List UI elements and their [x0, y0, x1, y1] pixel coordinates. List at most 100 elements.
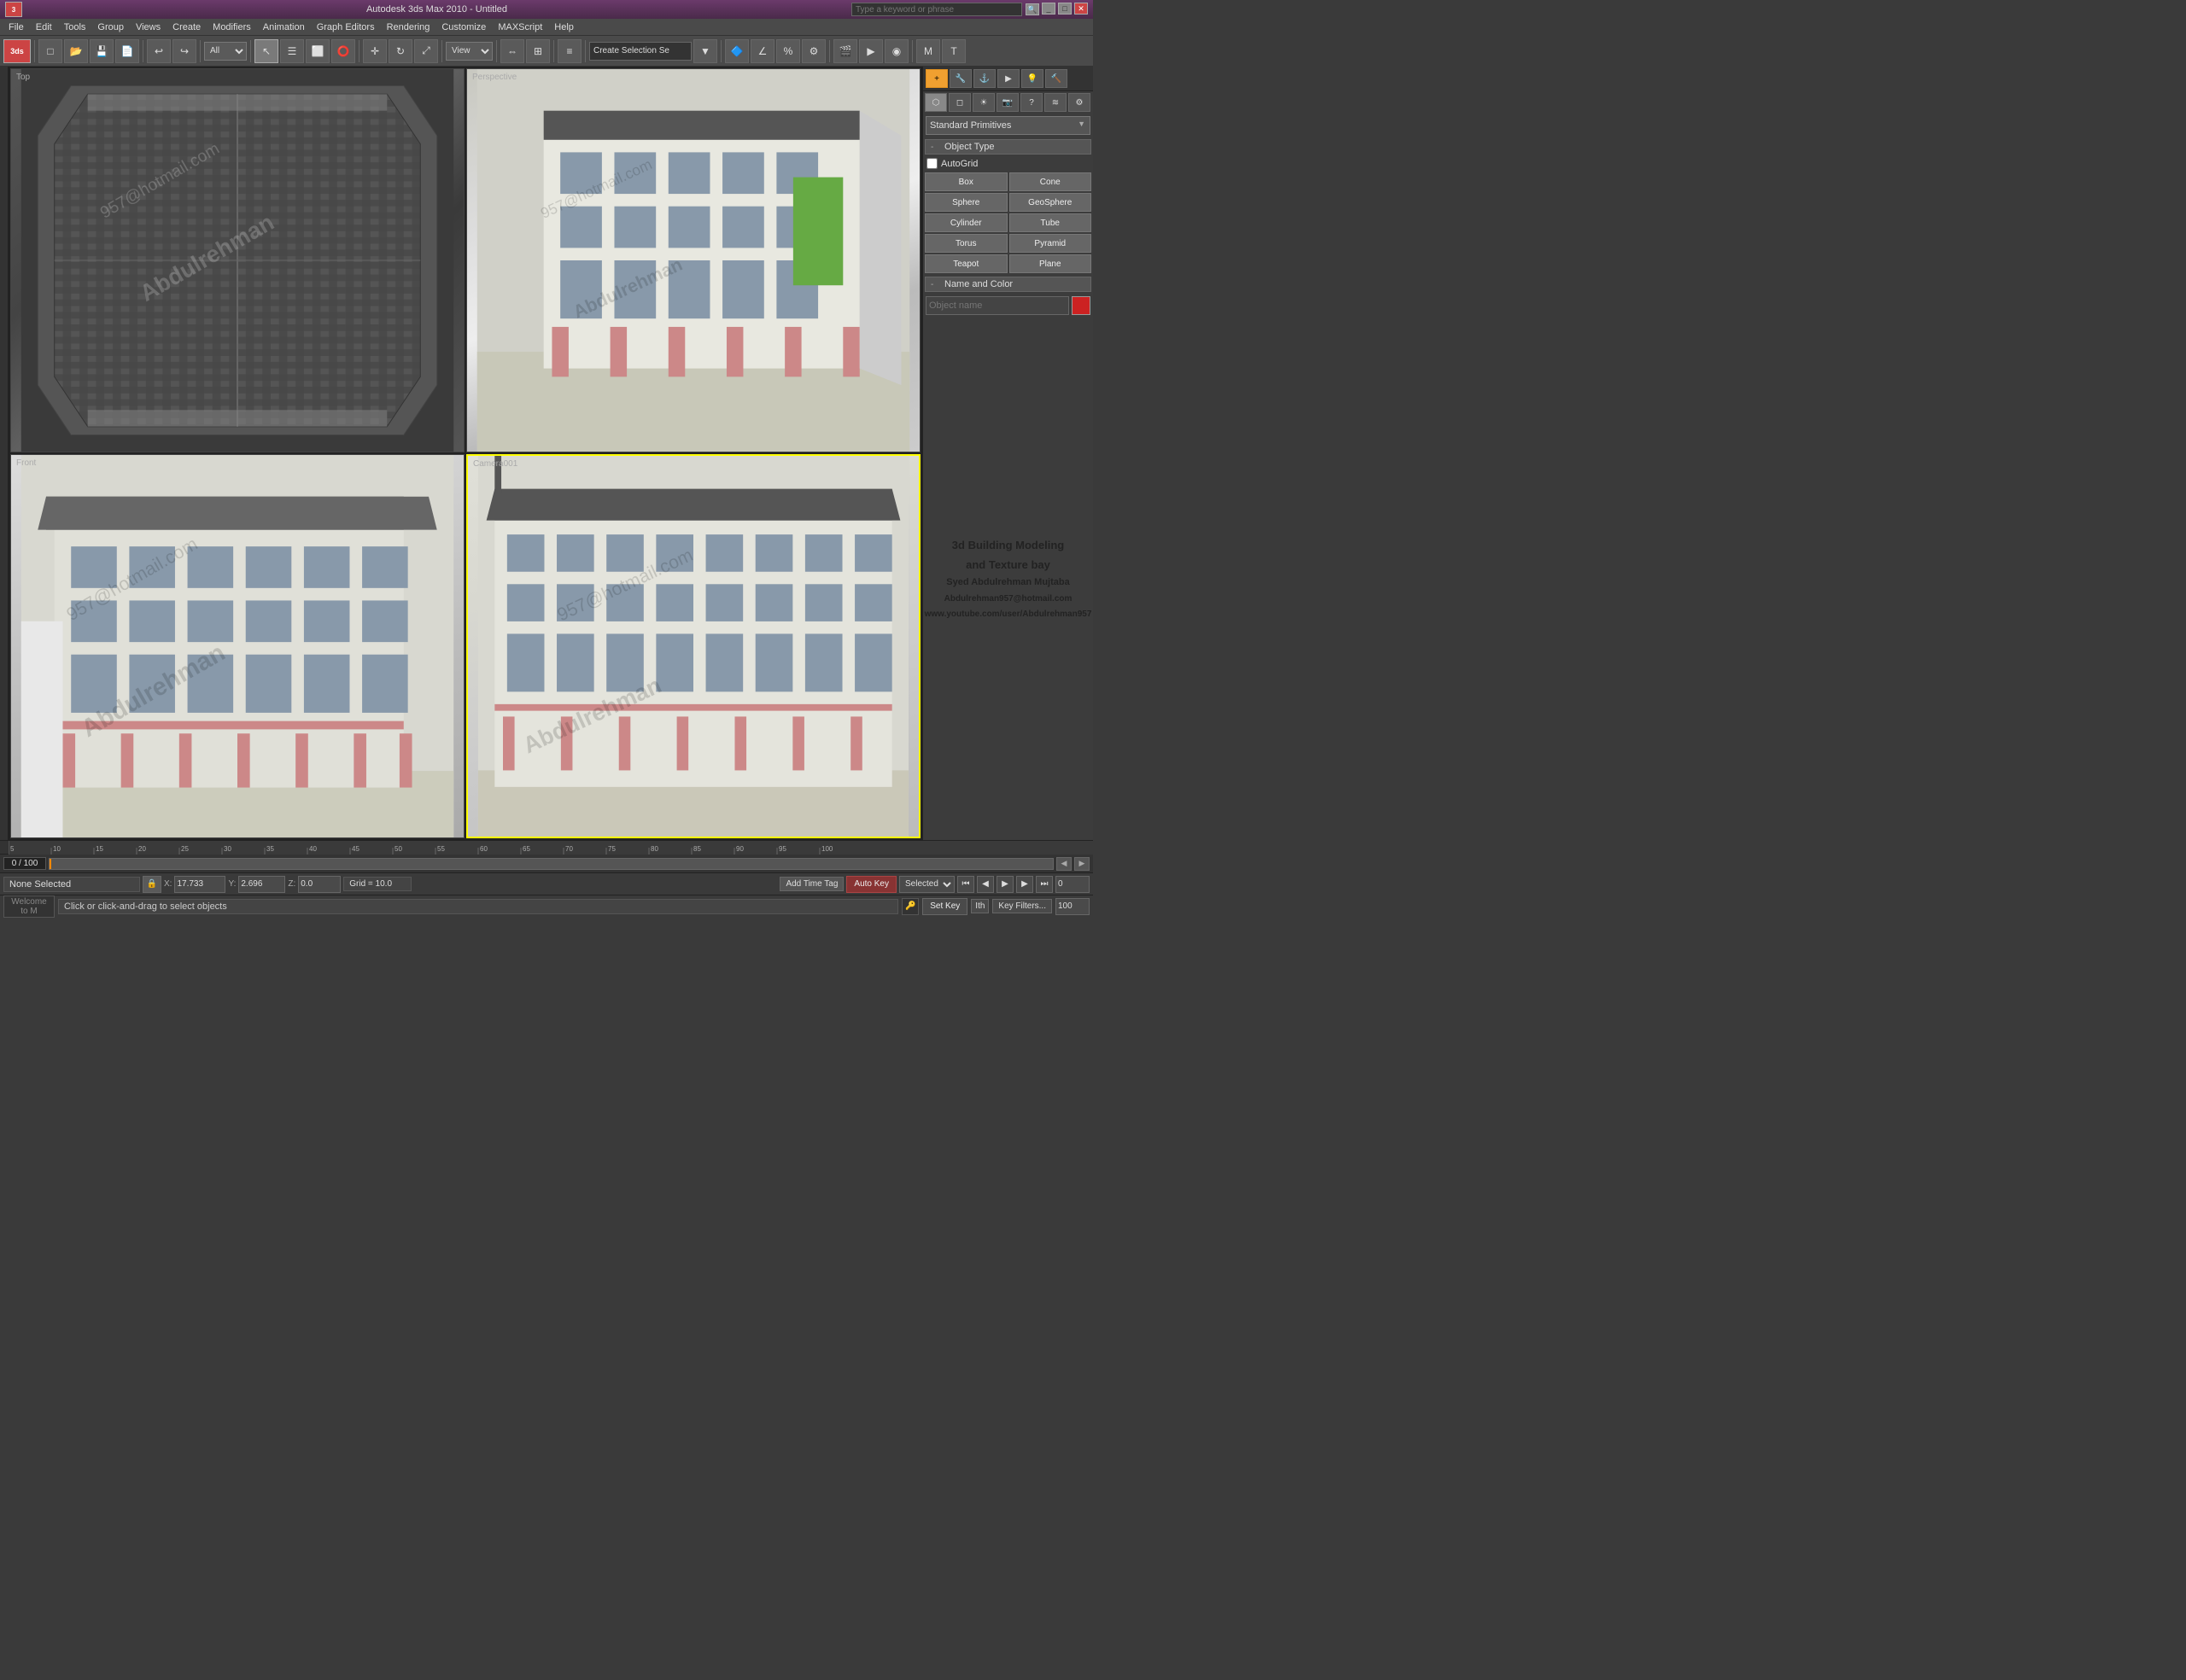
logo-btn[interactable]: 3ds: [3, 39, 31, 63]
motion-tab[interactable]: ▶: [997, 69, 1020, 88]
box-btn[interactable]: Box: [925, 172, 1008, 191]
viewport-top-right[interactable]: Perspective: [466, 68, 921, 452]
tube-btn[interactable]: Tube: [1009, 213, 1092, 232]
move-btn[interactable]: ✛: [363, 39, 387, 63]
scale-btn[interactable]: ⤢: [414, 39, 438, 63]
snap-btn[interactable]: 🔷: [725, 39, 749, 63]
menu-group[interactable]: Group: [92, 20, 129, 34]
menu-views[interactable]: Views: [131, 20, 166, 34]
menu-create[interactable]: Create: [167, 20, 206, 34]
circle-select-btn[interactable]: ⭕: [331, 39, 355, 63]
display-tab[interactable]: 💡: [1021, 69, 1043, 88]
z-coord-input[interactable]: [298, 876, 341, 893]
lights-subtab[interactable]: ☀: [973, 93, 995, 112]
menu-help[interactable]: Help: [549, 20, 579, 34]
color-swatch[interactable]: [1072, 296, 1090, 315]
rect-select-btn[interactable]: ⬜: [306, 39, 330, 63]
layers-btn[interactable]: ≡: [558, 39, 582, 63]
app-logo[interactable]: 3: [5, 2, 22, 17]
auto-key-btn[interactable]: Auto Key: [846, 876, 897, 893]
pyramid-btn[interactable]: Pyramid: [1009, 234, 1092, 253]
create-selection-input[interactable]: [589, 42, 692, 61]
viewport-top-left[interactable]: Top: [10, 68, 465, 452]
next-frame-btn[interactable]: ▶: [1016, 876, 1033, 893]
menu-animation[interactable]: Animation: [258, 20, 310, 34]
menu-rendering[interactable]: Rendering: [382, 20, 435, 34]
align-btn[interactable]: ⊞: [526, 39, 550, 63]
prev-frame-btn[interactable]: ◀: [977, 876, 994, 893]
teapot-btn[interactable]: Teapot: [925, 254, 1008, 273]
timeline-track[interactable]: [49, 858, 1054, 870]
cameras-subtab[interactable]: 📷: [997, 93, 1019, 112]
add-time-tag-btn[interactable]: Add Time Tag: [780, 877, 844, 891]
rotate-btn[interactable]: ↻: [389, 39, 412, 63]
undo-btn[interactable]: ↩: [147, 39, 171, 63]
menu-customize[interactable]: Customize: [436, 20, 491, 34]
menu-modifiers[interactable]: Modifiers: [207, 20, 256, 34]
frame-input[interactable]: [1055, 876, 1090, 893]
name-color-header[interactable]: - Name and Color: [925, 277, 1091, 292]
minimize-btn[interactable]: _: [1042, 3, 1055, 15]
render-btn[interactable]: ▶: [859, 39, 883, 63]
create-tab[interactable]: +: [926, 69, 948, 88]
select-tool-btn[interactable]: ↖: [254, 39, 278, 63]
save-as-btn[interactable]: 📄: [115, 39, 139, 63]
close-btn[interactable]: ✕: [1074, 3, 1088, 15]
menu-graph-editors[interactable]: Graph Editors: [312, 20, 380, 34]
shapes-subtab[interactable]: ◻: [949, 93, 971, 112]
hierarchy-tab[interactable]: ⚓: [973, 69, 996, 88]
torus-btn[interactable]: Torus: [925, 234, 1008, 253]
menu-edit[interactable]: Edit: [31, 20, 57, 34]
x-coord-input[interactable]: [174, 876, 225, 893]
play-btn[interactable]: ▶: [997, 876, 1014, 893]
helpers-subtab[interactable]: ?: [1020, 93, 1043, 112]
redo-btn[interactable]: ↪: [172, 39, 196, 63]
search-btn[interactable]: 🔍: [1026, 3, 1039, 15]
selection-filter[interactable]: All Geometry Shapes: [204, 42, 247, 61]
create-selection-dropdown[interactable]: ▼: [693, 39, 717, 63]
end-frame-input[interactable]: [1055, 898, 1090, 915]
viewport-bottom-left[interactable]: Front: [10, 454, 465, 838]
view-select[interactable]: View World Screen: [446, 42, 493, 61]
menu-tools[interactable]: Tools: [59, 20, 91, 34]
utilities-tab[interactable]: 🔨: [1045, 69, 1067, 88]
render-to-tex-btn[interactable]: T: [942, 39, 966, 63]
save-btn[interactable]: 💾: [90, 39, 114, 63]
open-btn[interactable]: 📂: [64, 39, 88, 63]
snap-percent-btn[interactable]: %: [776, 39, 800, 63]
key-filters-btn[interactable]: Key Filters...: [992, 899, 1052, 913]
go-to-end-btn[interactable]: ⏭: [1036, 876, 1053, 893]
mirror-btn[interactable]: ⇔: [500, 39, 524, 63]
lock-selection-btn[interactable]: 🔒: [143, 876, 161, 893]
geometry-subtab[interactable]: ⬡: [925, 93, 947, 112]
primitive-type-select[interactable]: Standard Primitives Extended Primitives …: [926, 116, 1090, 135]
render-setup-btn[interactable]: 🎬: [833, 39, 857, 63]
spacewarps-subtab[interactable]: ≋: [1044, 93, 1067, 112]
set-key-btn[interactable]: Set Key: [922, 898, 967, 915]
cylinder-btn[interactable]: Cylinder: [925, 213, 1008, 232]
object-type-header[interactable]: - Object Type: [925, 139, 1091, 155]
cone-btn[interactable]: Cone: [1009, 172, 1092, 191]
primitive-type-dropdown[interactable]: Standard Primitives Extended Primitives …: [926, 116, 1090, 135]
y-coord-input[interactable]: [238, 876, 285, 893]
systems-subtab[interactable]: ⚙: [1068, 93, 1090, 112]
menu-maxscript[interactable]: MAXScript: [493, 20, 547, 34]
active-shade-btn[interactable]: ◉: [885, 39, 909, 63]
object-name-input[interactable]: [926, 296, 1069, 315]
modify-tab[interactable]: 🔧: [950, 69, 972, 88]
selected-dropdown[interactable]: Selected All None: [899, 876, 955, 893]
geosphere-btn[interactable]: GeoSphere: [1009, 193, 1092, 212]
autogrid-checkbox[interactable]: [926, 158, 938, 169]
menu-file[interactable]: File: [3, 20, 29, 34]
sphere-btn[interactable]: Sphere: [925, 193, 1008, 212]
timeline-scroll-right[interactable]: ▶: [1074, 857, 1090, 871]
material-editor-btn[interactable]: M: [916, 39, 940, 63]
maximize-btn[interactable]: □: [1058, 3, 1072, 15]
new-btn[interactable]: □: [38, 39, 62, 63]
select-by-name-btn[interactable]: ☰: [280, 39, 304, 63]
snap-spinner-btn[interactable]: ⚙: [802, 39, 826, 63]
go-to-start-btn[interactable]: ⏮: [957, 876, 974, 893]
viewport-bottom-right[interactable]: Camera001: [466, 454, 921, 838]
plane-btn[interactable]: Plane: [1009, 254, 1092, 273]
keyword-search-input[interactable]: [851, 3, 1022, 16]
